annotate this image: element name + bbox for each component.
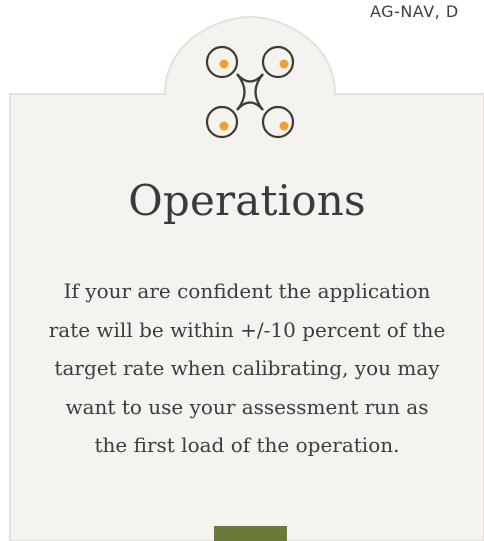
- card-description: If your are confident the application ra…: [48, 279, 446, 457]
- card-title: Operations: [128, 176, 366, 225]
- page: AG-NAV, D Operations If your are confide…: [0, 0, 484, 541]
- card-action-button[interactable]: [214, 526, 287, 541]
